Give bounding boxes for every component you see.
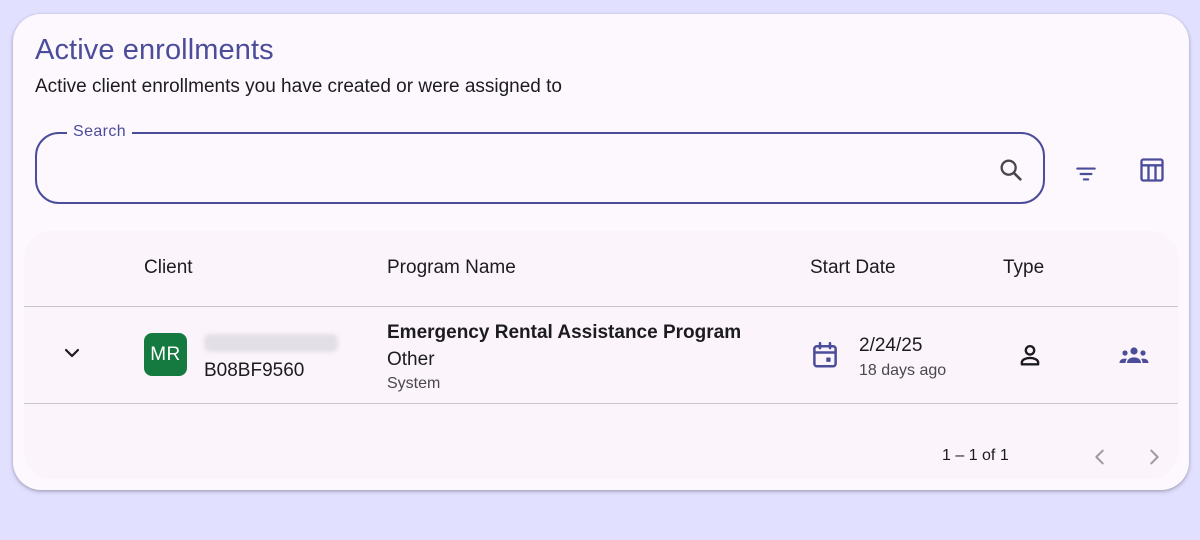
avatar: MR [144,333,187,376]
person-icon [1020,344,1040,366]
start-date-relative: 18 days ago [859,362,947,379]
program-source: System [387,375,441,392]
search-field[interactable]: Search [35,122,1045,204]
enrollments-table: Client Program Name Start Date Type MR B… [24,231,1178,479]
client-id: B08BF9560 [204,360,305,381]
calendar-icon [813,341,837,368]
view-columns-button[interactable] [1132,150,1172,190]
column-header-client[interactable]: Client [144,257,193,279]
chevron-down-icon [64,348,80,358]
view-columns-icon [1140,158,1164,182]
client-name-redacted [204,334,338,352]
row-divider [24,403,1178,404]
enrollments-card: Active enrollments Active client enrollm… [13,14,1189,490]
program-name: Emergency Rental Assistance Program [387,322,742,343]
expand-row-button[interactable] [58,339,86,367]
group-icon [1119,347,1149,363]
page-title: Active enrollments [35,34,274,66]
header-divider [24,306,1178,307]
next-page-button[interactable] [1138,441,1170,473]
chevron-right-icon [1150,449,1159,465]
search-label: Search [67,122,133,142]
column-header-program-name[interactable]: Program Name [387,257,516,279]
search-icon[interactable] [997,156,1025,184]
program-type: Other [387,349,435,370]
previous-page-button[interactable] [1084,441,1116,473]
filter-icon [1076,167,1096,181]
column-header-start-date[interactable]: Start Date [810,257,896,279]
start-date: 2/24/25 [859,335,923,356]
filter-button[interactable] [1066,154,1106,194]
chevron-left-icon [1095,449,1104,465]
group-button[interactable] [1112,337,1156,373]
search-input[interactable] [61,152,985,186]
column-header-type[interactable]: Type [1003,257,1044,279]
pagination-range: 1 – 1 of 1 [942,447,1009,464]
page-subtitle: Active client enrollments you have creat… [35,76,562,97]
